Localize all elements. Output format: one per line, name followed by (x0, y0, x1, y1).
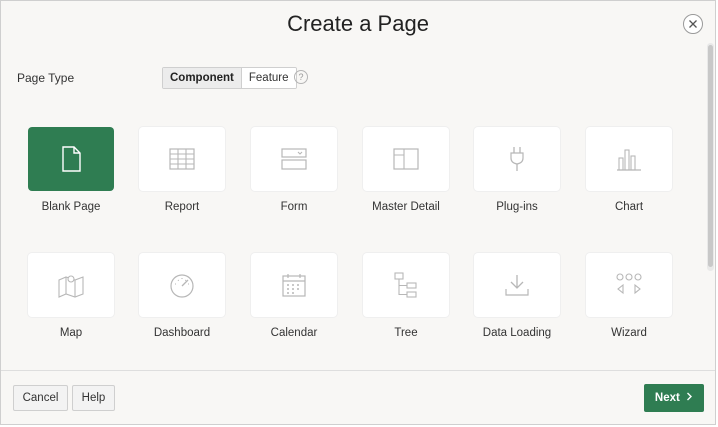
tile-label-report: Report (164, 201, 200, 213)
tile-calendar[interactable] (251, 253, 337, 317)
tile-label-tree: Tree (394, 327, 418, 339)
map-icon (58, 275, 84, 298)
help-icon[interactable]: ? (294, 70, 308, 84)
tile-label-blank-page: Blank Page (41, 201, 101, 213)
tile-data-loading[interactable] (474, 253, 560, 317)
close-icon (689, 20, 697, 28)
cancel-button[interactable]: Cancel (13, 385, 68, 411)
page-type-label: Page Type (17, 71, 75, 85)
tile-label-plug-ins: Plug-ins (496, 201, 538, 213)
tile-chart[interactable] (586, 127, 672, 191)
tile-label-wizard: Wizard (611, 327, 647, 339)
download-icon (505, 275, 529, 296)
page-type-option-component[interactable]: Component (163, 68, 242, 88)
tree-icon (394, 272, 417, 298)
tile-label-form: Form (280, 201, 308, 213)
tile-label-map: Map (59, 327, 83, 339)
chevron-right-icon (687, 392, 693, 401)
tile-form[interactable] (251, 127, 337, 191)
bar-chart-icon (617, 149, 641, 171)
tile-label-data-loading: Data Loading (482, 327, 552, 339)
master-detail-icon (393, 148, 419, 170)
tile-label-calendar: Calendar (270, 327, 318, 339)
dialog-header: Create a Page (1, 1, 715, 51)
tile-label-dashboard: Dashboard (153, 327, 211, 339)
report-grid-icon (169, 148, 195, 170)
blank-page-icon (62, 146, 81, 172)
tile-map[interactable] (28, 253, 114, 317)
tile-tree[interactable] (363, 253, 449, 317)
form-icon (281, 148, 307, 170)
tile-wizard[interactable] (586, 253, 672, 317)
wizard-icon (616, 273, 642, 295)
dialog-title: Create a Page (287, 11, 429, 36)
tile-dashboard[interactable] (139, 253, 225, 317)
dialog-footer: Cancel Help Next (1, 370, 715, 424)
tile-label-chart: Chart (614, 201, 644, 213)
next-button-label: Next (654, 392, 680, 404)
next-button[interactable]: Next (644, 384, 704, 412)
gauge-icon (170, 274, 194, 298)
tile-report[interactable] (139, 127, 225, 191)
help-button[interactable]: Help (72, 385, 115, 411)
calendar-icon (282, 274, 306, 297)
tile-master-detail[interactable] (363, 127, 449, 191)
plug-icon (510, 147, 524, 171)
page-type-toggle: Component Feature (162, 67, 297, 89)
tile-plug-ins[interactable] (474, 127, 560, 191)
tile-blank-page[interactable] (28, 127, 114, 191)
close-button[interactable] (683, 14, 703, 34)
scrollbar-thumb[interactable] (708, 45, 713, 267)
tile-label-master-detail: Master Detail (372, 201, 440, 213)
page-type-option-feature[interactable]: Feature (241, 68, 296, 88)
create-page-dialog: Create a Page Page Type Component Featur… (0, 0, 716, 425)
